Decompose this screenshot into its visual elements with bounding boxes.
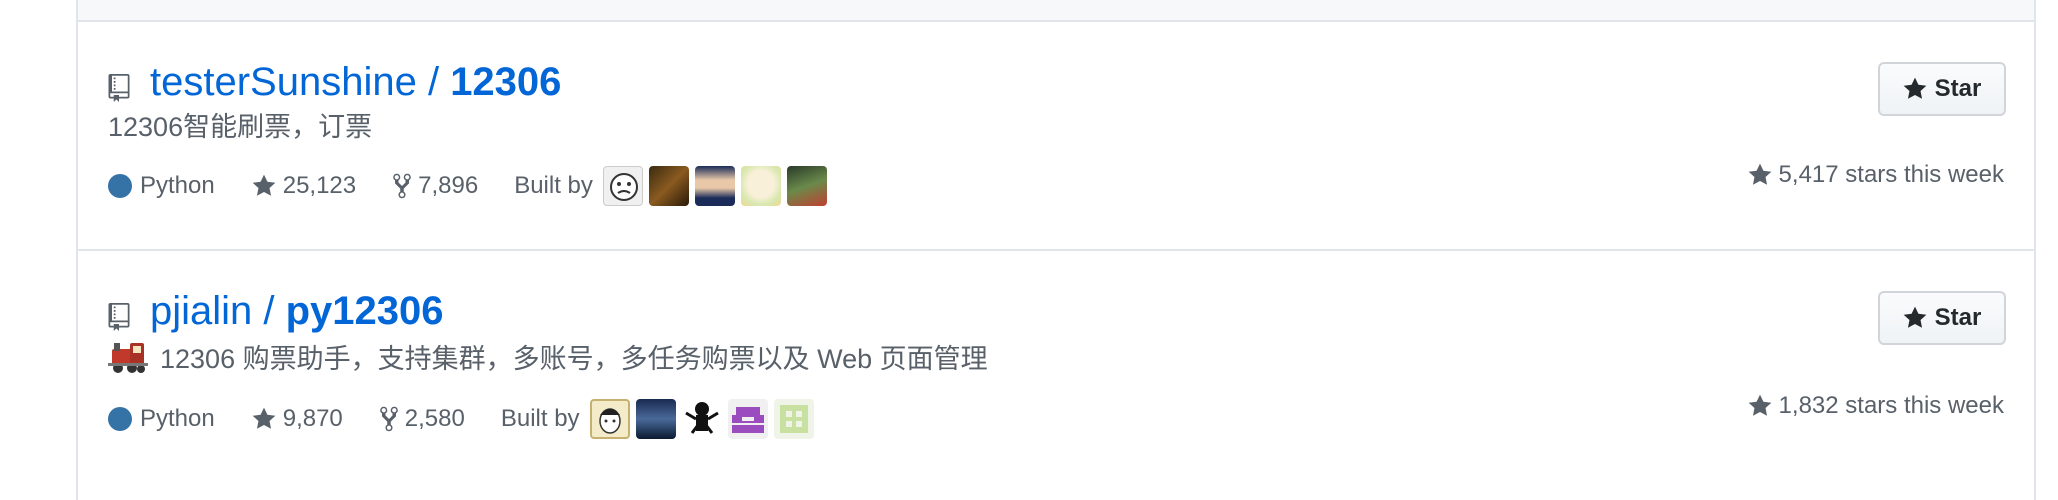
- contributor-avatar[interactable]: [727, 399, 768, 439]
- star-button[interactable]: Star: [1878, 291, 2006, 345]
- repo-description: 12306 购票助手，支持集群，多账号，多任务购票以及 Web 页面管理: [108, 339, 988, 380]
- train-emoji-icon: [108, 339, 148, 380]
- contributor-avatar[interactable]: [773, 399, 814, 439]
- stars-this-week-label: 1,832 stars this week: [1778, 392, 2004, 419]
- repo-title-link[interactable]: testerSunshine / 12306: [150, 62, 561, 102]
- built-by: Built by: [501, 399, 820, 439]
- trending-repo-list: testerSunshine / 12306 12306智能刷票，订票 Pyth…: [76, 0, 2036, 500]
- repo-meta: Python 9,870 2,580 Built by: [108, 399, 820, 439]
- repo-row: testerSunshine / 12306 12306智能刷票，订票 Pyth…: [78, 22, 2034, 251]
- repo-name: py12306: [285, 289, 444, 333]
- stars-count: 25,123: [282, 172, 357, 199]
- repo-icon: [108, 74, 130, 102]
- star-icon: [1903, 77, 1927, 99]
- star-button-label: Star: [1934, 304, 1982, 331]
- stars-this-week: 1,832 stars this week: [1747, 393, 2004, 419]
- forks-link[interactable]: 2,580: [379, 405, 465, 433]
- star-icon: [252, 407, 276, 429]
- stargazers-link[interactable]: 25,123: [251, 173, 356, 199]
- star-icon: [252, 174, 276, 196]
- stargazers-link[interactable]: 9,870: [251, 406, 343, 432]
- star-icon: [1748, 394, 1771, 416]
- fork-icon: [380, 406, 398, 432]
- stars-count: 9,870: [282, 405, 343, 432]
- language: Python: [108, 407, 215, 431]
- star-icon: [1748, 163, 1771, 185]
- contributor-avatar[interactable]: [740, 166, 781, 206]
- contributor-avatar[interactable]: [786, 166, 827, 206]
- language-label: Python: [140, 172, 215, 199]
- language-color-dot: [108, 174, 132, 198]
- contributor-avatar[interactable]: [602, 166, 643, 206]
- built-by-label: Built by: [500, 405, 580, 432]
- star-icon: [1903, 306, 1927, 328]
- repo-title-link[interactable]: pjialin / py12306: [150, 291, 444, 331]
- repo-owner: pjialin /: [150, 289, 286, 333]
- repo-icon: [108, 303, 130, 331]
- repo-meta: Python 25,123 7,896 Built by: [108, 166, 833, 206]
- repo-description-text: 12306 购票助手，支持集群，多账号，多任务购票以及 Web 页面管理: [160, 344, 988, 374]
- contributor-avatar[interactable]: [648, 166, 689, 206]
- contributor-avatar[interactable]: [681, 399, 722, 439]
- language-label: Python: [140, 405, 215, 432]
- star-button[interactable]: Star: [1878, 62, 2006, 116]
- built-by: Built by: [514, 166, 833, 206]
- fork-icon: [393, 173, 411, 199]
- built-by-label: Built by: [514, 172, 593, 199]
- forks-link[interactable]: 7,896: [392, 172, 478, 200]
- language-color-dot: [108, 407, 132, 431]
- contributor-avatar[interactable]: [694, 166, 735, 206]
- forks-count: 2,580: [404, 405, 465, 432]
- language: Python: [108, 174, 215, 198]
- repo-name: 12306: [450, 60, 562, 104]
- repo-description: 12306智能刷票，订票: [108, 112, 373, 142]
- stars-this-week: 5,417 stars this week: [1747, 162, 2004, 188]
- repo-owner: testerSunshine /: [150, 60, 451, 104]
- contributor-avatar[interactable]: [635, 399, 676, 439]
- contributor-avatar[interactable]: [589, 399, 630, 439]
- stars-this-week-label: 5,417 stars this week: [1778, 161, 2004, 188]
- star-button-label: Star: [1934, 75, 1982, 102]
- repo-row: pjialin / py12306 12306 购票助手，支持集群，多账号，多任…: [78, 251, 2034, 478]
- list-header: [78, 0, 2034, 22]
- forks-count: 7,896: [418, 172, 479, 199]
